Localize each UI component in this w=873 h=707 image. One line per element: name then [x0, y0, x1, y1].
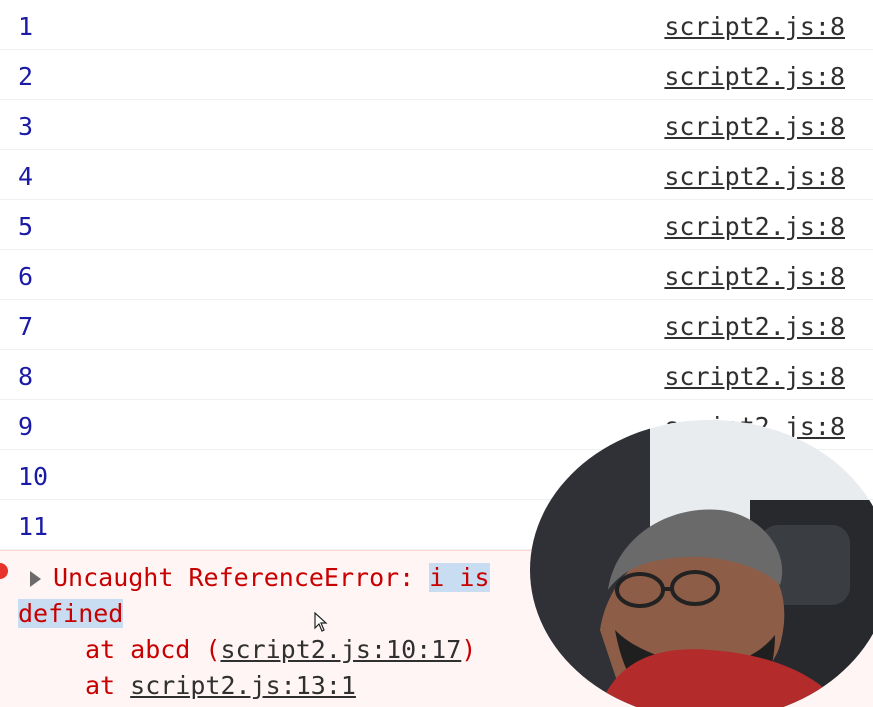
- log-value: 4: [18, 162, 34, 191]
- stack-suffix: ): [461, 635, 477, 664]
- log-value: 8: [18, 362, 34, 391]
- mouse-pointer-icon: [314, 612, 328, 632]
- log-value: 9: [18, 412, 34, 441]
- stack-source-link[interactable]: script2.js:10:17: [220, 635, 461, 664]
- log-row: 8 script2.js:8: [0, 350, 873, 400]
- log-value: 11: [18, 512, 49, 541]
- log-row: 3 script2.js:8: [0, 100, 873, 150]
- error-circle-icon: [0, 563, 8, 579]
- log-row: 6 script2.js:8: [0, 250, 873, 300]
- log-source-link[interactable]: script2.js:8: [664, 12, 845, 42]
- error-title: Uncaught ReferenceError: i is: [53, 563, 490, 593]
- log-row: 2 script2.js:8: [0, 50, 873, 100]
- log-source-link[interactable]: script2.js:8: [664, 112, 845, 142]
- error-prefix: Uncaught ReferenceError:: [53, 563, 430, 592]
- log-row: 5 script2.js:8: [0, 200, 873, 250]
- stack-frame: at script2.js:13:1: [85, 671, 356, 701]
- log-value: 10: [18, 462, 49, 491]
- stack-prefix: at: [85, 671, 131, 700]
- log-row: 4 script2.js:8: [0, 150, 873, 200]
- log-value: 6: [18, 262, 34, 291]
- log-row: 1 script2.js:8: [0, 0, 873, 50]
- error-title-continued: defined: [18, 599, 124, 629]
- selected-text: defined: [18, 599, 124, 628]
- log-source-link[interactable]: script2.js:8: [664, 362, 845, 392]
- stack-source-link[interactable]: script2.js:13:1: [130, 671, 356, 700]
- log-value: 3: [18, 112, 34, 141]
- stack-frame: at abcd (script2.js:10:17): [85, 635, 476, 665]
- log-source-link[interactable]: script2.js:8: [664, 262, 845, 292]
- stack-prefix: at abcd (: [85, 635, 221, 664]
- log-value: 1: [18, 12, 34, 41]
- log-row: 7 script2.js:8: [0, 300, 873, 350]
- devtools-console: 1 script2.js:8 2 script2.js:8 3 script2.…: [0, 0, 873, 707]
- log-source-link[interactable]: script2.js:8: [664, 62, 845, 92]
- log-value: 2: [18, 62, 34, 91]
- expand-triangle-icon[interactable]: [30, 571, 41, 587]
- log-value: 5: [18, 212, 34, 241]
- log-source-link[interactable]: script2.js:8: [664, 312, 845, 342]
- selected-text: i is: [429, 563, 490, 592]
- log-source-link[interactable]: script2.js:8: [664, 212, 845, 242]
- log-value: 7: [18, 312, 34, 341]
- log-source-link[interactable]: script2.js:8: [664, 162, 845, 192]
